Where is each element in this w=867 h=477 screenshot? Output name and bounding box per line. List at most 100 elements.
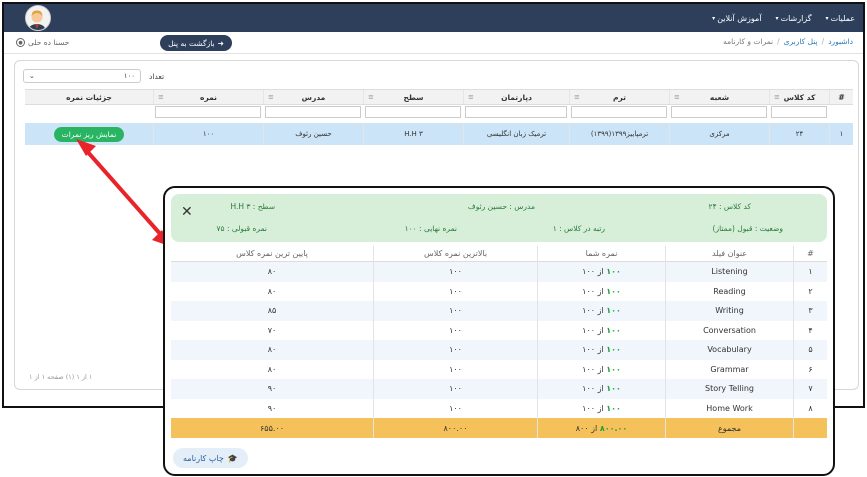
col-header-details[interactable]: جزئیات نمره	[25, 90, 153, 104]
col-header-class-code-label: کد کلاس	[783, 92, 816, 102]
score-mine-value: ۱۰۰	[606, 403, 621, 413]
user-circle-icon: ●	[16, 38, 25, 47]
filter-teacher[interactable]	[263, 105, 363, 120]
nav-operations[interactable]: عملیات ▾	[826, 14, 855, 23]
column-menu-icon[interactable]: ≡	[774, 93, 780, 101]
score-row: ۷ Story Telling ۱۰۰ از ۱۰۰ ۱۰۰ ۹۰	[171, 379, 827, 399]
score-max: ۱۰۰	[373, 398, 537, 418]
column-menu-icon[interactable]: ≡	[574, 93, 580, 101]
caret-down-icon: ▾	[712, 14, 716, 22]
score-row: ۲ Reading ۱۰۰ از ۱۰۰ ۱۰۰ ۸۰	[171, 281, 827, 301]
avatar[interactable]	[25, 5, 51, 31]
col-header-department[interactable]: دپارتمان ≡	[463, 90, 569, 104]
filter-cell-num	[829, 105, 853, 120]
subheader: داشبورد / پنل کاربری / نمرات و کارنامه ➜…	[4, 32, 863, 54]
score-mine-value: ۱۰۰	[606, 384, 621, 394]
col-header-score[interactable]: نمره ≡	[153, 90, 263, 104]
modal-class-code: کد کلاس : ۲۴	[708, 202, 751, 211]
table-row[interactable]: ۱ ۲۴ مرکزی ترمپاییز۱۳۹۹(۱۳۹۹) ترمیک زبان…	[25, 123, 853, 145]
nav-reports[interactable]: گزارشات ▾	[776, 14, 812, 23]
filter-input[interactable]	[671, 106, 767, 118]
print-report-card-button[interactable]: 🎓 چاپ کارنامه	[173, 448, 248, 468]
modal-teacher: مدرس : حسین رئوف	[467, 202, 535, 211]
show-score-details-button[interactable]: نمایش ریز نمرات	[53, 126, 125, 142]
column-menu-icon[interactable]: ≡	[268, 93, 274, 101]
score-max: ۱۰۰	[373, 320, 537, 340]
col-header-term[interactable]: ترم ≡	[569, 90, 669, 104]
nav-menu: عملیات ▾ گزارشات ▾ آموزش آنلاین ▾	[712, 4, 855, 32]
back-to-panel-button[interactable]: ➜ بازگشت به پنل	[160, 35, 232, 51]
breadcrumb-dashboard[interactable]: داشبورد	[828, 37, 853, 46]
score-row: ۳ Writing ۱۰۰ از ۱۰۰ ۱۰۰ ۸۵	[171, 301, 827, 321]
filter-input[interactable]	[155, 106, 261, 118]
breadcrumb-separator: /	[821, 37, 825, 46]
filter-input[interactable]	[265, 106, 361, 118]
score-header-min: پایین ترین نمره کلاس	[236, 249, 308, 258]
column-menu-icon[interactable]: ≡	[674, 93, 680, 101]
score-mine-of: از ۱۰۰	[582, 286, 604, 296]
page-size-value: ۱۰۰	[123, 72, 135, 80]
score-details-modal: کد کلاس : ۲۴ مدرس : حسین رئوف سطح : H.H …	[163, 186, 835, 476]
cell-details: نمایش ریز نمرات	[25, 123, 153, 145]
filter-cell-details	[25, 105, 153, 120]
total-min: ۶۵۵.۰۰	[259, 423, 285, 433]
col-header-term-label: ترم	[613, 92, 626, 102]
page-size-select[interactable]: ۱۰۰ ⌄	[23, 69, 141, 83]
filter-input[interactable]	[771, 106, 827, 118]
score-row: ۸ Home Work ۱۰۰ از ۱۰۰ ۱۰۰ ۹۰	[171, 398, 827, 418]
col-header-class-code[interactable]: کد کلاس ≡	[769, 90, 829, 104]
nav-operations-label: عملیات	[830, 13, 855, 23]
filter-class-code[interactable]	[769, 105, 829, 120]
score-mine: ۱۰۰ از ۱۰۰	[537, 359, 665, 379]
col-header-level[interactable]: سطح ≡	[363, 90, 463, 104]
filter-score[interactable]	[153, 105, 263, 120]
score-mine-of: از ۱۰۰	[582, 345, 604, 355]
col-header-num[interactable]: #	[829, 90, 853, 104]
score-min: ۷۰	[267, 325, 277, 335]
score-min: ۸۰	[267, 345, 277, 355]
score-min: ۸۰	[267, 286, 277, 296]
nav-online-education-label: آموزش آنلاین	[717, 13, 762, 23]
score-breakdown-table: # عنوان فیلد نمره شما بالاترین نمره کلاس…	[171, 246, 827, 438]
filter-input[interactable]	[465, 106, 567, 118]
column-menu-icon[interactable]: ≡	[468, 93, 474, 101]
filter-branch[interactable]	[669, 105, 769, 120]
score-field: Writing	[665, 301, 793, 321]
score-num: ۶	[793, 359, 827, 379]
chevron-down-icon: ⌄	[29, 72, 35, 80]
total-label: مجموع	[665, 418, 793, 438]
pager[interactable]: ۱ از ۱ (۱) صفحه ۱ از ۱	[29, 373, 92, 381]
col-header-details-label: جزئیات نمره	[66, 92, 112, 102]
cell-department: ترمیک زبان انگلیسی	[463, 123, 569, 145]
score-header-max: بالاترین نمره کلاس	[373, 246, 537, 261]
breadcrumb-panel[interactable]: پنل کاربری	[784, 37, 818, 46]
score-max: ۱۰۰	[373, 262, 537, 282]
exit-arrow-icon: ➜	[217, 38, 224, 48]
caret-down-icon: ▾	[775, 14, 779, 22]
column-menu-icon[interactable]: ≡	[158, 93, 164, 101]
graduation-cap-icon: 🎓	[227, 453, 238, 463]
column-menu-icon[interactable]: ≡	[368, 93, 374, 101]
page-size-row: ۱۰۰ ⌄ تعداد	[23, 69, 164, 83]
filter-term[interactable]	[569, 105, 669, 120]
nav-online-education[interactable]: آموزش آنلاین ▾	[712, 14, 761, 23]
filter-level[interactable]	[363, 105, 463, 120]
score-field: Listening	[665, 262, 793, 282]
score-min: ۸۰	[267, 364, 277, 374]
user-name[interactable]: حسنا ده حلی ●	[16, 38, 69, 47]
filter-input[interactable]	[571, 106, 667, 118]
modal-header: کد کلاس : ۲۴ مدرس : حسین رئوف سطح : H.H …	[171, 194, 827, 242]
col-header-teacher[interactable]: مدرس ≡	[263, 90, 363, 104]
filter-department[interactable]	[463, 105, 569, 120]
back-to-panel-label: بازگشت به پنل	[168, 38, 215, 48]
page-size-label: تعداد	[149, 71, 165, 81]
score-min: ۹۰	[267, 403, 277, 413]
close-icon[interactable]: ✕	[181, 204, 193, 220]
score-mine-of: از ۱۰۰	[582, 325, 604, 335]
score-field: Vocabulary	[665, 340, 793, 360]
score-min: ۸۵	[267, 306, 277, 316]
col-header-branch-label: شعبه	[709, 92, 730, 102]
score-header-field: عنوان فیلد	[665, 246, 793, 261]
filter-input[interactable]	[365, 106, 461, 118]
col-header-branch[interactable]: شعبه ≡	[669, 90, 769, 104]
